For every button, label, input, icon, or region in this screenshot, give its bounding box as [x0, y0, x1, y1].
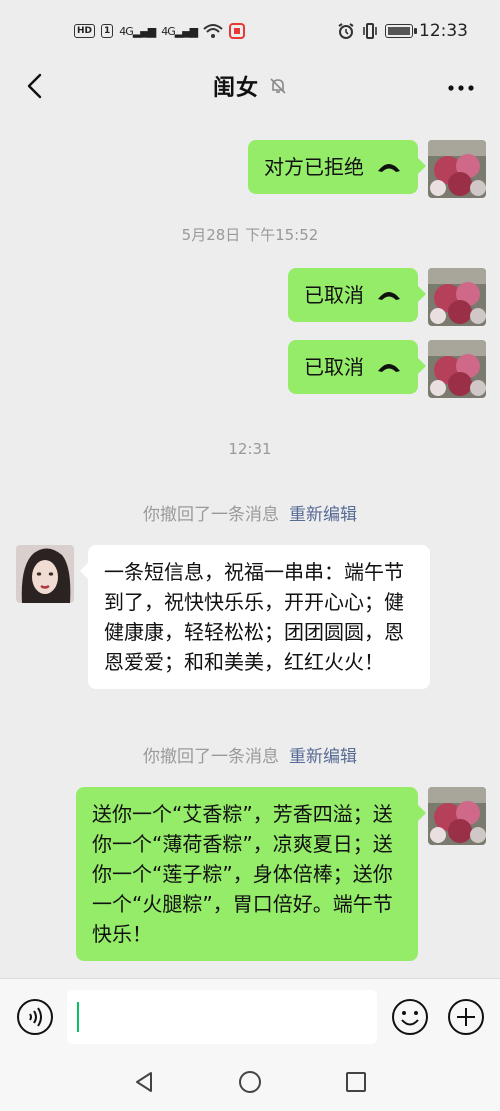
call-status-text: 已取消 — [304, 283, 364, 307]
phone-hangup-icon — [378, 164, 400, 172]
status-right: 12:33 — [337, 21, 468, 41]
status-time: 12:33 — [419, 21, 468, 41]
battery-icon — [385, 24, 417, 38]
voice-button[interactable] — [16, 998, 54, 1036]
outgoing-bubble[interactable]: 送你一个“艾香粽”，芳香四溢；送你一个“薄荷香粽”，凉爽夏日；送你一个“莲子粽”… — [76, 787, 426, 961]
recall-notice-1: 你撤回了一条消息 重新编辑 — [0, 500, 500, 525]
message-outgoing: 送你一个“艾香粽”，芳香四溢；送你一个“薄荷香粽”，凉爽夏日；送你一个“莲子粽”… — [76, 787, 486, 961]
emoji-button[interactable] — [391, 998, 429, 1036]
square-recents-icon — [346, 1072, 366, 1092]
network-label-1: 4G — [119, 24, 133, 38]
system-home-button[interactable] — [238, 1070, 262, 1094]
re-edit-link[interactable]: 重新编辑 — [289, 747, 357, 767]
my-avatar[interactable] — [428, 268, 486, 326]
input-bar — [0, 978, 500, 1054]
call-bubble[interactable]: 已取消 — [288, 268, 426, 322]
timestamp-1: 5月28日 下午15:52 — [181, 226, 319, 244]
flower-avatar-image — [428, 140, 486, 198]
sim-badge: 1 — [101, 24, 114, 38]
call-bubble[interactable]: 已取消 — [288, 340, 426, 394]
my-avatar[interactable] — [428, 140, 486, 198]
triangle-back-icon — [136, 1072, 152, 1092]
flower-avatar-image — [428, 787, 486, 845]
call-status-text: 已取消 — [304, 355, 364, 379]
phone-hangup-icon — [378, 292, 400, 300]
more-button[interactable] — [448, 74, 474, 94]
voice-icon — [17, 999, 53, 1035]
message-call-cancel-2: 已取消 — [288, 340, 486, 398]
recall-notice-2: 你撤回了一条消息 重新编辑 — [0, 742, 500, 767]
signal-icon: 4G▂▄▆ — [119, 24, 156, 38]
system-back-button[interactable] — [132, 1070, 156, 1094]
alarm-icon — [338, 23, 354, 39]
plus-circle-icon — [448, 999, 484, 1035]
text-cursor — [77, 1002, 79, 1032]
message-call-refused: 对方已拒绝 — [248, 140, 486, 198]
timestamp-2: 12:31 — [228, 440, 272, 458]
re-edit-link[interactable]: 重新编辑 — [289, 505, 357, 525]
back-button[interactable] — [18, 70, 50, 102]
red-notification-icon — [229, 23, 246, 39]
contact-avatar[interactable] — [16, 545, 74, 603]
title-wrap: 闺女 — [213, 70, 287, 102]
hd-badge: HD — [74, 24, 96, 38]
girl-avatar-image — [16, 545, 74, 603]
wifi-icon — [203, 24, 223, 38]
circle-home-icon — [239, 1071, 261, 1093]
message-call-cancel-1: 已取消 — [288, 268, 486, 326]
flower-avatar-image — [428, 268, 486, 326]
call-bubble[interactable]: 对方已拒绝 — [248, 140, 426, 194]
system-nav-bar — [0, 1054, 500, 1111]
system-recents-button[interactable] — [344, 1070, 368, 1094]
incoming-bubble[interactable]: 一条短信息，祝福一串串：端午节到了，祝快快乐乐，开开心心；健健康康，轻轻松松；团… — [80, 545, 430, 689]
chevron-left-icon — [27, 73, 42, 99]
mute-bell-icon — [270, 78, 286, 94]
my-avatar[interactable] — [428, 340, 486, 398]
network-label-2: 4G — [161, 24, 175, 38]
call-status-text: 对方已拒绝 — [264, 155, 364, 179]
chat-title: 闺女 — [212, 76, 259, 101]
more-actions-button[interactable] — [447, 998, 485, 1036]
recall-text: 你撤回了一条消息 — [143, 747, 279, 767]
phone-hangup-icon — [378, 364, 400, 372]
chat-header: 闺女 — [0, 62, 500, 110]
message-incoming: 一条短信息，祝福一串串：端午节到了，祝快快乐乐，开开心心；健健康康，轻轻松松；团… — [16, 545, 430, 689]
vibrate-icon — [363, 23, 377, 39]
flower-avatar-image — [428, 340, 486, 398]
recall-text: 你撤回了一条消息 — [143, 505, 279, 525]
signal-icon-2: 4G▂▄▆ — [161, 24, 198, 38]
status-bar: HD 1 4G▂▄▆ 4G▂▄▆ 12:33 — [0, 0, 500, 62]
more-dots-icon — [448, 85, 474, 91]
emoji-icon — [392, 999, 428, 1035]
message-input[interactable] — [67, 990, 377, 1044]
status-left: HD 1 4G▂▄▆ 4G▂▄▆ — [74, 23, 246, 39]
my-avatar[interactable] — [428, 787, 486, 845]
